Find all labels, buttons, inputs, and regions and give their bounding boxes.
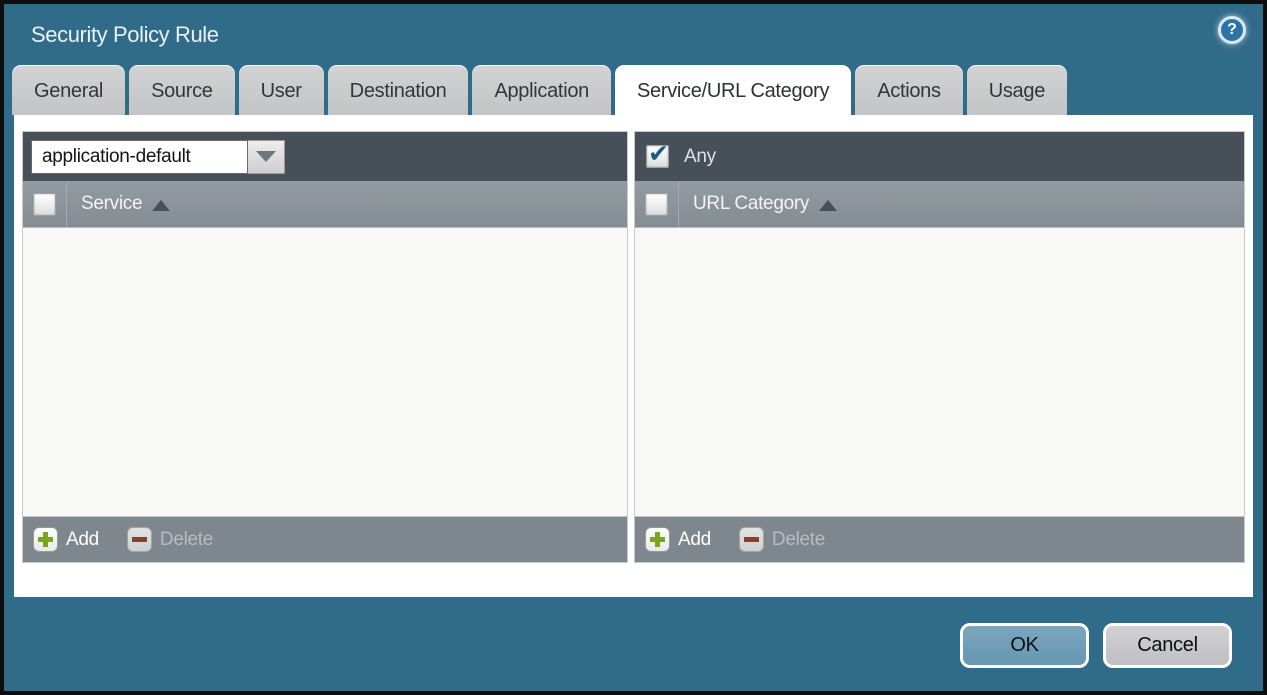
tab-content: application-default Service Add [14,115,1253,597]
url-category-table-header: URL Category [635,181,1244,228]
title-bar: Security Policy Rule ? [4,4,1263,65]
service-toolbar: application-default [23,132,627,181]
dialog-title: Security Policy Rule [31,22,219,48]
ok-button[interactable]: OK [960,623,1089,668]
url-category-toolbar: Any [635,132,1244,181]
tab-application[interactable]: Application [472,65,611,115]
url-category-select-all-cell [635,181,679,227]
url-category-table-body[interactable] [635,228,1244,516]
service-delete-label: Delete [160,529,213,551]
tab-service-url-category[interactable]: Service/URL Category [615,65,851,115]
service-column-header[interactable]: Service [81,193,142,215]
sort-ascending-icon[interactable] [819,200,837,211]
url-category-select-all-checkbox[interactable] [645,193,668,216]
service-delete-button[interactable]: Delete [127,527,213,552]
sort-ascending-icon[interactable] [152,200,170,211]
tab-bar: General Source User Destination Applicat… [4,65,1263,115]
add-plus-icon [645,527,670,552]
chevron-down-icon [256,151,276,162]
service-add-label: Add [66,529,99,551]
service-table-header: Service [23,181,627,228]
service-type-dropdown-value[interactable]: application-default [31,140,248,174]
service-actions-bar: Add Delete [23,516,627,562]
url-category-actions-bar: Add Delete [635,516,1244,562]
service-select-all-checkbox[interactable] [33,193,56,216]
service-select-all-cell [23,181,67,227]
url-category-delete-label: Delete [772,529,825,551]
service-type-dropdown[interactable]: application-default [31,140,285,174]
tab-source[interactable]: Source [129,65,235,115]
delete-minus-icon [127,527,152,552]
any-label: Any [684,146,716,168]
cancel-button[interactable]: Cancel [1103,623,1232,668]
service-table-body[interactable] [23,228,627,516]
tab-actions[interactable]: Actions [855,65,963,115]
service-panel: application-default Service Add [22,131,628,563]
tab-user[interactable]: User [239,65,324,115]
service-add-button[interactable]: Add [33,527,99,552]
security-policy-rule-dialog: Security Policy Rule ? General Source Us… [0,0,1267,695]
url-category-add-label: Add [678,529,711,551]
tab-general[interactable]: General [12,65,125,115]
url-category-panel: Any URL Category Add Delete [634,131,1245,563]
dropdown-arrow-button[interactable] [248,140,285,174]
dialog-footer: OK Cancel [4,597,1263,691]
any-checkbox[interactable] [646,145,669,168]
url-category-add-button[interactable]: Add [645,527,711,552]
url-category-delete-button[interactable]: Delete [739,527,825,552]
add-plus-icon [33,527,58,552]
tab-destination[interactable]: Destination [328,65,469,115]
delete-minus-icon [739,527,764,552]
help-icon[interactable]: ? [1218,16,1246,44]
url-category-column-header[interactable]: URL Category [693,193,809,215]
tab-usage[interactable]: Usage [967,65,1067,115]
